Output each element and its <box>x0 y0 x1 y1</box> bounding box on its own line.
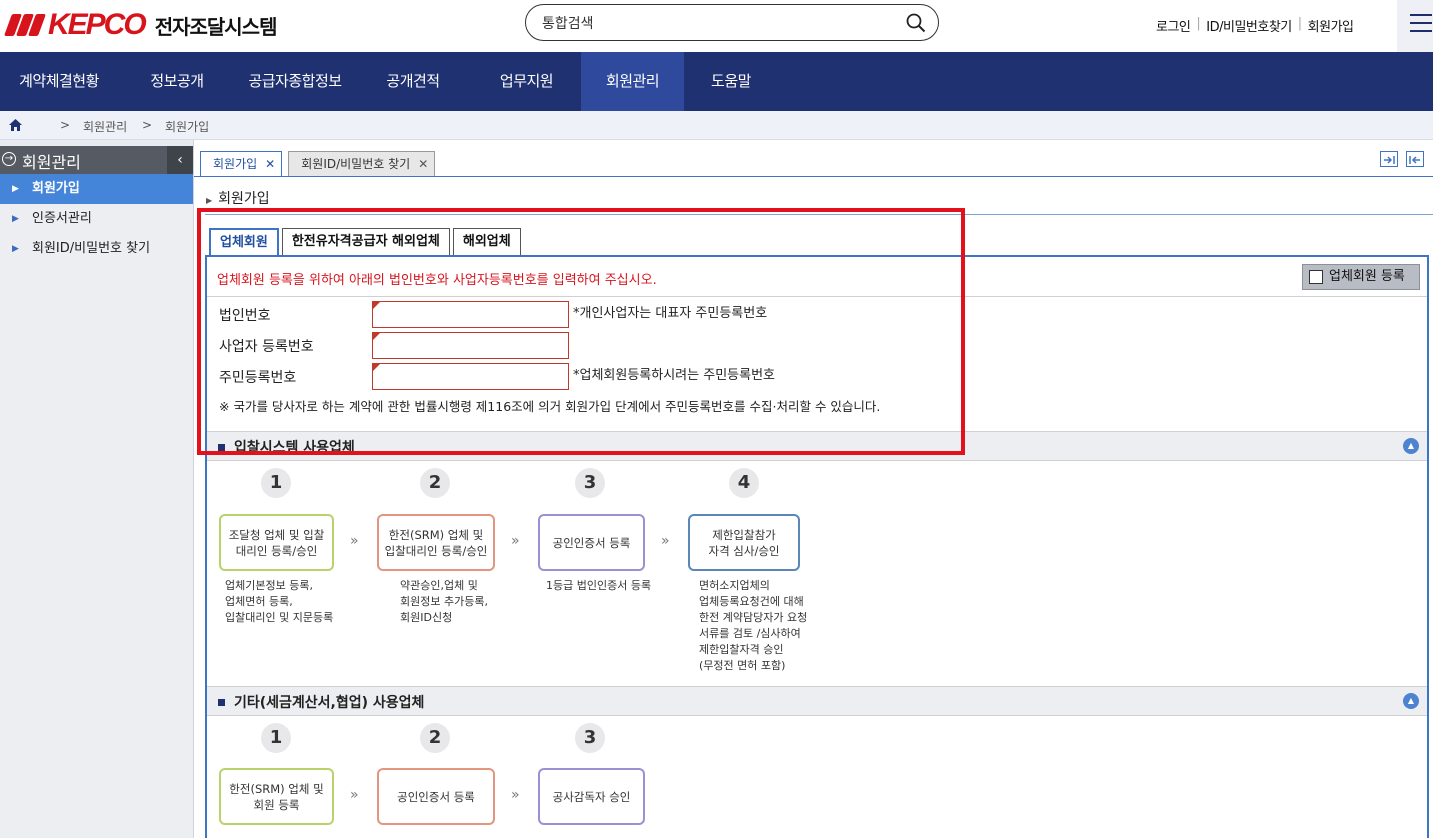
step-box: 공인인증서 등록 <box>377 768 495 825</box>
double-chevron-right-icon: » <box>511 533 520 549</box>
sidebar-item-signup[interactable]: ▶ 회원가입 <box>0 174 193 204</box>
triangle-right-icon: ▶ <box>12 214 19 224</box>
step-number: 1 <box>261 723 291 753</box>
double-chevron-right-icon: » <box>350 533 359 549</box>
collapse-up-icon[interactable]: ▲ <box>1403 438 1419 454</box>
step-box: 한전(SRM) 업체 및 입찰대리인 등록/승인 <box>377 514 495 571</box>
nav-contract-status[interactable]: 계약체결현황 <box>0 52 118 111</box>
side-menu-header: → 회원관리 ‹ <box>0 140 193 174</box>
nav-help[interactable]: 도움말 <box>684 52 778 111</box>
window-controls <box>1380 151 1432 167</box>
breadcrumb-item[interactable]: 회원가입 <box>165 118 209 135</box>
tab-label: 회원가입 <box>213 157 258 171</box>
step-box: 공인인증서 등록 <box>538 514 645 571</box>
kepco-logo[interactable]: KEPCO 전자조달시스템 <box>3 8 278 42</box>
search-bar <box>525 4 939 41</box>
page-title: ▶ 회원가입 <box>206 188 270 208</box>
collapse-left-icon[interactable] <box>1406 151 1424 167</box>
top-links: 로그인 | ID/비밀번호찾기 | 회원가입 <box>1150 16 1360 35</box>
double-chevron-right-icon: » <box>661 533 670 549</box>
section-title: 기타(세금계산서,협업) 사용업체 <box>234 695 425 711</box>
step-number: 4 <box>729 468 759 498</box>
bullet-square-icon <box>218 699 225 706</box>
breadcrumb-item[interactable]: 회원관리 <box>83 118 127 135</box>
section-other-users: 기타(세금계산서,협업) 사용업체 ▲ <box>207 686 1427 716</box>
collapse-up-icon[interactable]: ▲ <box>1403 693 1419 709</box>
sidebar-item-label: 인증서관리 <box>32 211 92 226</box>
step-box: 공사감독자 승인 <box>538 768 645 825</box>
arrow-circle-icon: → <box>2 152 16 166</box>
kepco-logo-mark-icon <box>3 12 47 38</box>
hamburger-menu-icon[interactable] <box>1397 0 1433 52</box>
collapse-menu-button[interactable]: ‹ <box>167 146 193 174</box>
expand-right-icon[interactable] <box>1380 151 1398 167</box>
find-id-password-link[interactable]: ID/비밀번호찾기 <box>1200 16 1297 35</box>
step-description: 1등급 법인인증서 등록 <box>546 579 652 592</box>
step-number: 3 <box>575 468 605 498</box>
sidebar-item-label: 회원가입 <box>32 181 80 196</box>
double-chevron-right-icon: » <box>511 787 520 803</box>
tab-underline <box>194 176 1433 177</box>
document-add-icon <box>1309 270 1323 284</box>
sidebar-item-certificate[interactable]: ▶ 인증서관리 <box>0 204 193 234</box>
triangle-right-icon: ▶ <box>206 196 213 205</box>
tab-label: 회원ID/비밀번호 찾기 <box>301 157 411 171</box>
tab-find-id[interactable]: 회원ID/비밀번호 찾기 ✕ <box>288 151 436 177</box>
window-tabs: 회원가입 ✕ 회원ID/비밀번호 찾기 ✕ <box>200 151 441 177</box>
search-icon[interactable] <box>906 13 926 33</box>
nav-info-disclosure[interactable]: 정보공개 <box>118 52 236 111</box>
step-number: 2 <box>420 468 450 498</box>
step-number: 1 <box>261 468 291 498</box>
step-description: 면허소지업체의 업체등록요청건에 대해 한전 계약담당자가 요청 서류를 검토 … <box>699 579 808 672</box>
signup-link[interactable]: 회원가입 <box>1302 16 1360 35</box>
step-description: 약관승인,업체 및 회원정보 추가등록, 회원ID신청 <box>400 579 488 624</box>
sidebar-item-label: 회원ID/비밀번호 찾기 <box>32 241 151 256</box>
side-menu-title: 회원관리 <box>22 153 81 172</box>
login-link[interactable]: 로그인 <box>1150 16 1196 35</box>
home-icon[interactable] <box>9 119 22 131</box>
highlight-box <box>197 208 965 455</box>
system-title: 전자조달시스템 <box>154 14 278 39</box>
nav-member-management[interactable]: 회원관리 <box>581 52 684 111</box>
step-box: 한전(SRM) 업체 및 회원 등록 <box>219 768 334 825</box>
step-box: 조달청 업체 및 입찰 대리인 등록/승인 <box>219 514 334 571</box>
logo-text: KEPCO <box>48 8 147 41</box>
close-icon[interactable]: ✕ <box>265 157 275 171</box>
main-navigation: 계약체결현황 정보공개 공급자종합정보 공개견적 업무지원 회원관리 도움말 <box>0 52 1433 111</box>
step-number: 2 <box>420 723 450 753</box>
nav-business-support[interactable]: 업무지원 <box>472 52 581 111</box>
step-description: 업체기본정보 등록, 업체면허 등록, 입찰대리인 및 지문등록 <box>225 579 334 624</box>
double-chevron-right-icon: » <box>350 787 359 803</box>
search-input[interactable] <box>542 13 902 33</box>
step-number: 3 <box>575 723 605 753</box>
sidebar-item-find-id[interactable]: ▶ 회원ID/비밀번호 찾기 <box>0 234 193 264</box>
page-title-text: 회원가입 <box>218 191 270 207</box>
top-header: KEPCO 전자조달시스템 로그인 | ID/비밀번호찾기 | 회원가입 <box>0 0 1433 52</box>
step-box: 제한입찰참가 자격 심사/승인 <box>688 514 800 571</box>
triangle-right-icon: ▶ <box>12 184 19 194</box>
nav-supplier-info[interactable]: 공급자종합정보 <box>236 52 354 111</box>
nav-open-quote[interactable]: 공개견적 <box>354 52 472 111</box>
chevron-right-icon: > <box>60 118 71 132</box>
breadcrumb: > 회원관리 > 회원가입 <box>0 111 1433 140</box>
triangle-right-icon: ▶ <box>12 244 19 254</box>
tab-signup[interactable]: 회원가입 ✕ <box>200 151 283 177</box>
chevron-right-icon: > <box>142 118 153 132</box>
side-menu: → 회원관리 ‹ ▶ 회원가입 ▶ 인증서관리 ▶ 회원ID/비밀번호 찾기 <box>0 140 194 838</box>
close-icon[interactable]: ✕ <box>418 157 428 171</box>
register-business-button[interactable]: 업체회원 등록 <box>1302 264 1420 290</box>
register-button-label: 업체회원 등록 <box>1329 269 1405 284</box>
